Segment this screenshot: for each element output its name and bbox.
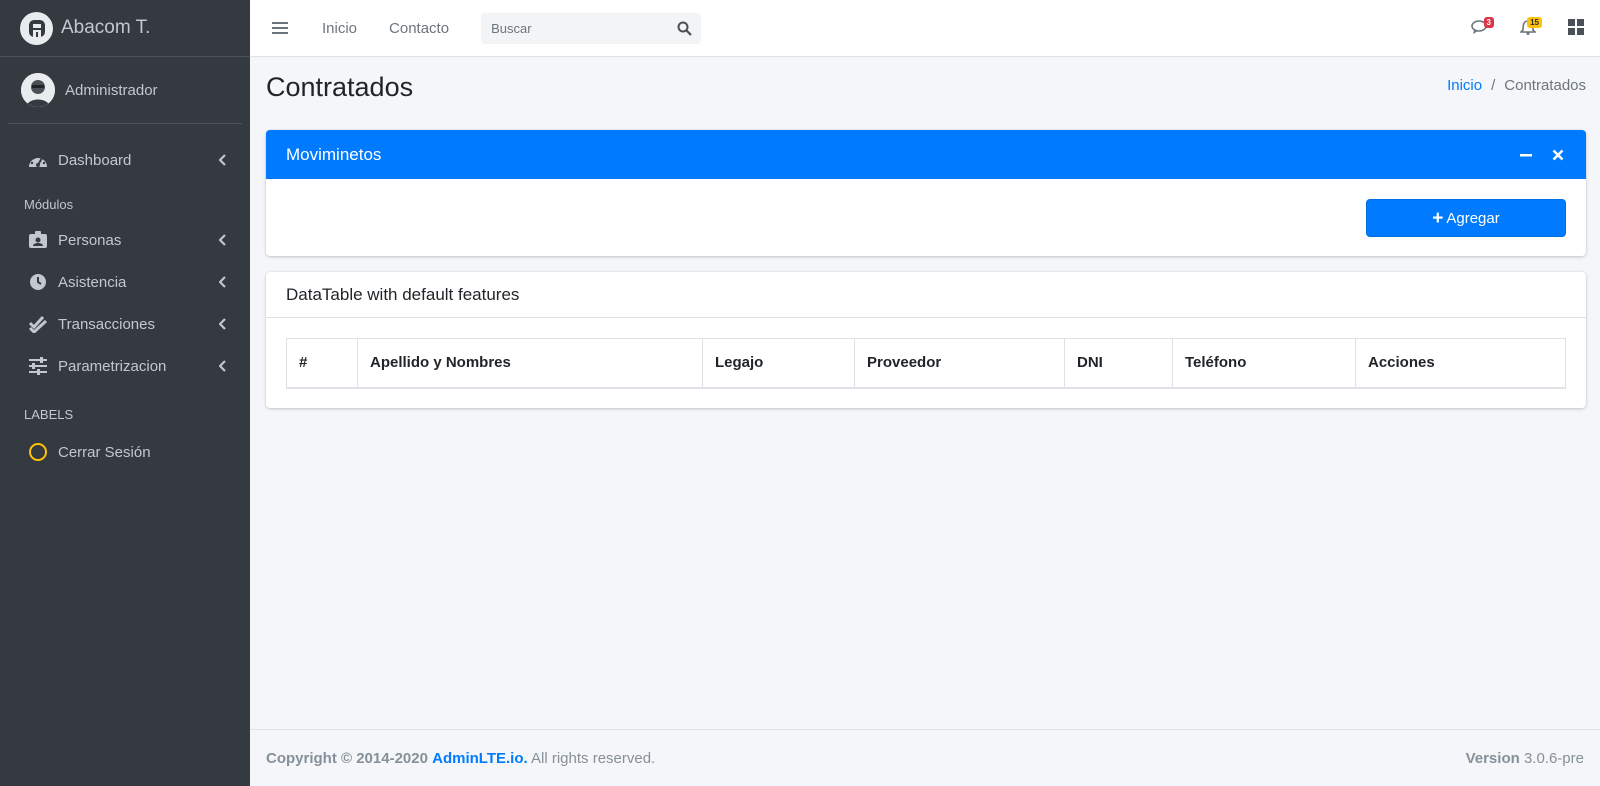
sidebar-item-label: Parametrizacion (58, 357, 167, 375)
control-sidebar-button[interactable] (1552, 0, 1600, 57)
column-header-number[interactable]: # (286, 338, 358, 389)
contratados-table: # Apellido y Nombres Legajo Proveedor DN… (286, 338, 1566, 389)
version-label: Version (1465, 749, 1520, 767)
copyright-text: Copyright © 2014-2020 (266, 749, 428, 767)
chevron-left-icon (218, 360, 228, 372)
card-tools (1510, 130, 1574, 179)
notifications-badge: 15 (1527, 17, 1542, 28)
navbar-search (481, 12, 702, 44)
sidebar-item-label: Asistencia (58, 273, 127, 291)
clock-icon (27, 272, 49, 292)
sidebar-item-label: Cerrar Sesión (58, 443, 151, 461)
column-header-proveedor[interactable]: Proveedor (854, 338, 1065, 389)
id-badge-icon (27, 230, 49, 250)
breadcrumb-home-link[interactable]: Inicio (1447, 77, 1482, 94)
sliders-icon (27, 356, 49, 376)
tachometer-icon (27, 150, 49, 170)
movimientos-card-header: Moviminetos (266, 130, 1586, 179)
sidebar-item-dashboard[interactable]: Dashboard (0, 139, 250, 181)
column-header-apellido-nombres[interactable]: Apellido y Nombres (357, 338, 703, 389)
nav-header-labels: LABELS (24, 407, 74, 422)
brand-logo-icon (20, 11, 53, 45)
sidebar-item-asistencia[interactable]: Asistencia (0, 261, 250, 303)
breadcrumb: Inicio / Contratados (1447, 77, 1586, 94)
column-header-legajo[interactable]: Legajo (702, 338, 855, 389)
content-wrapper: Contratados Inicio / Contratados Movimin… (250, 57, 1600, 729)
notifications-button[interactable]: 15 (1504, 0, 1552, 57)
search-input[interactable] (481, 12, 668, 44)
footer-copyright: Copyright © 2014-2020 AdminLTE.io. All r… (266, 750, 655, 767)
datatable-wrapper: # Apellido y Nombres Legajo Proveedor DN… (286, 338, 1566, 389)
nav-header-modulos: Módulos (24, 197, 74, 212)
close-icon[interactable] (1542, 139, 1574, 171)
user-name[interactable]: Administrador (65, 82, 158, 99)
circle-outline-icon (27, 442, 49, 462)
datatable-card-title: DataTable with default features (286, 284, 520, 304)
messages-button[interactable]: 3 (1456, 0, 1504, 57)
rights-text: All rights reserved. (527, 749, 656, 767)
hamburger-menu-icon[interactable] (270, 18, 290, 38)
user-avatar (21, 73, 55, 107)
datatable-card: DataTable with default features # Apelli… (266, 272, 1586, 408)
nav-link-contacto[interactable]: Contacto (389, 20, 449, 37)
add-button[interactable]: + Agregar (1366, 199, 1566, 237)
brand-link[interactable]: Abacom T. (0, 0, 250, 57)
brand-name: Abacom T. (61, 17, 151, 38)
datatable-card-header: DataTable with default features (266, 272, 1586, 318)
page-title: Contratados (266, 72, 414, 102)
add-button-label: Agregar (1446, 209, 1500, 227)
sidebar-item-logout[interactable]: Cerrar Sesión (0, 431, 250, 473)
chevron-left-icon (218, 154, 228, 166)
navbar-right: 3 15 (1456, 0, 1600, 57)
column-header-acciones[interactable]: Acciones (1355, 338, 1566, 389)
chevron-left-icon (218, 318, 228, 330)
chevron-left-icon (218, 234, 228, 246)
footer-version: Version 3.0.6-pre (1466, 750, 1584, 767)
sidebar-item-parametrizacion[interactable]: Parametrizacion (0, 345, 250, 387)
breadcrumb-separator: / (1491, 77, 1496, 94)
minus-icon[interactable] (1510, 139, 1542, 171)
chevron-left-icon (218, 276, 228, 288)
double-check-icon (27, 314, 49, 334)
sidebar-item-personas[interactable]: Personas (0, 219, 250, 261)
main-sidebar: Abacom T. Administrador Dashboard Módulo… (0, 0, 250, 786)
nav-link-inicio[interactable]: Inicio (322, 20, 357, 37)
sidebar-item-transacciones[interactable]: Transacciones (0, 303, 250, 345)
table-header-row: # Apellido y Nombres Legajo Proveedor DN… (286, 338, 1566, 389)
user-panel[interactable]: Administrador (8, 57, 242, 124)
movimientos-card: Moviminetos + Agregar (266, 130, 1586, 256)
column-header-dni[interactable]: DNI (1064, 338, 1173, 389)
main-footer: Copyright © 2014-2020 AdminLTE.io. All r… (250, 729, 1600, 786)
grid-icon (1568, 18, 1584, 39)
messages-badge: 3 (1483, 17, 1494, 28)
plus-icon: + (1432, 207, 1444, 229)
movimientos-card-title: Moviminetos (286, 144, 382, 164)
sidebar-menu: Dashboard Módulos Personas Asistencia Tr… (0, 124, 250, 473)
adminlte-link[interactable]: AdminLTE.io. (432, 750, 528, 767)
sidebar-item-label: Transacciones (58, 315, 155, 333)
sidebar-item-label: Personas (58, 231, 122, 249)
breadcrumb-current: Contratados (1504, 77, 1586, 94)
sidebar-item-label: Dashboard (58, 151, 132, 169)
version-value: 3.0.6-pre (1519, 749, 1584, 767)
search-icon[interactable] (667, 13, 701, 44)
column-header-telefono[interactable]: Teléfono (1172, 338, 1356, 389)
main-header: Inicio Contacto 3 15 (250, 0, 1600, 57)
